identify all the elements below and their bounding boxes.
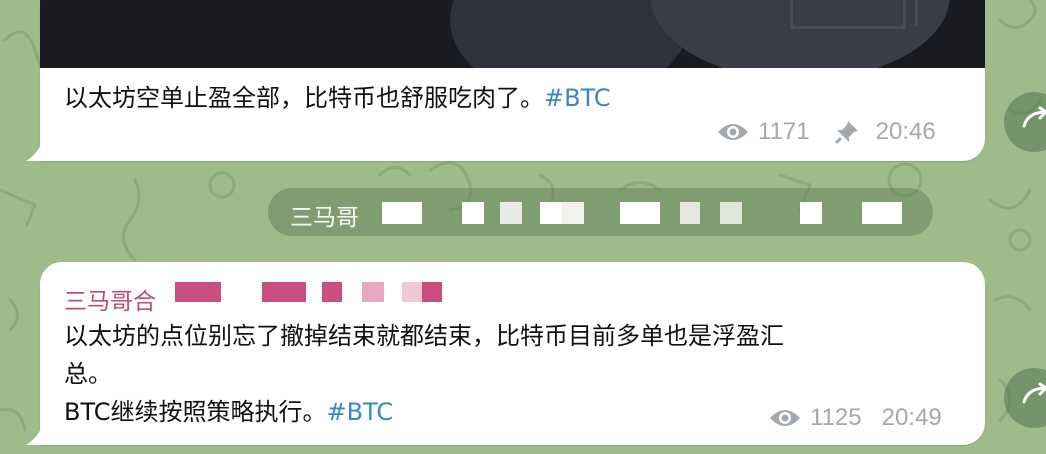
message-bubble[interactable]: 三马哥合 以太坊的点位别忘了撤掉结束就都结束，比特币目前多单也是浮盈汇 总。 B… (26, 262, 985, 445)
message-text-body: BTC继续按照策略执行。 (64, 398, 327, 426)
message-text-line: BTC继续按照策略执行。#BTC (64, 398, 393, 426)
message-text-line: 总。 (64, 360, 112, 388)
message-media-image[interactable] (40, 0, 985, 68)
service-message-pill (268, 188, 933, 236)
message-meta: 1125 20:49 (768, 404, 942, 432)
message-time: 20:46 (875, 118, 936, 145)
message-bubble[interactable]: 以太坊空单止盈全部，比特币也舒服吃肉了。#BTC 1171 20:46 (26, 0, 985, 161)
hashtag-link[interactable]: #BTC (544, 84, 611, 112)
share-arrow-icon (1022, 382, 1046, 404)
message-meta: 1171 20:46 (716, 118, 936, 146)
eye-icon (716, 121, 750, 143)
share-arrow-icon (1022, 106, 1046, 128)
eye-icon (768, 407, 802, 429)
bubble-tail (26, 143, 42, 161)
sender-name[interactable]: 三马哥合 (64, 282, 156, 316)
message-text-line: 以太坊的点位别忘了撤掉结束就都结束，比特币目前多单也是浮盈汇 (64, 322, 784, 350)
hashtag-link[interactable]: #BTC (326, 398, 393, 426)
message-time: 20:49 (881, 404, 942, 431)
message-text-body: 以太坊空单止盈全部，比特币也舒服吃肉了。 (64, 84, 544, 112)
bubble-tail (26, 427, 42, 445)
pin-icon (834, 119, 860, 145)
view-count: 1171 (758, 118, 810, 145)
service-message-text: 三马哥 (290, 205, 359, 231)
view-count: 1125 (810, 404, 862, 431)
message-text: 以太坊空单止盈全部，比特币也舒服吃肉了。#BTC (64, 84, 611, 112)
